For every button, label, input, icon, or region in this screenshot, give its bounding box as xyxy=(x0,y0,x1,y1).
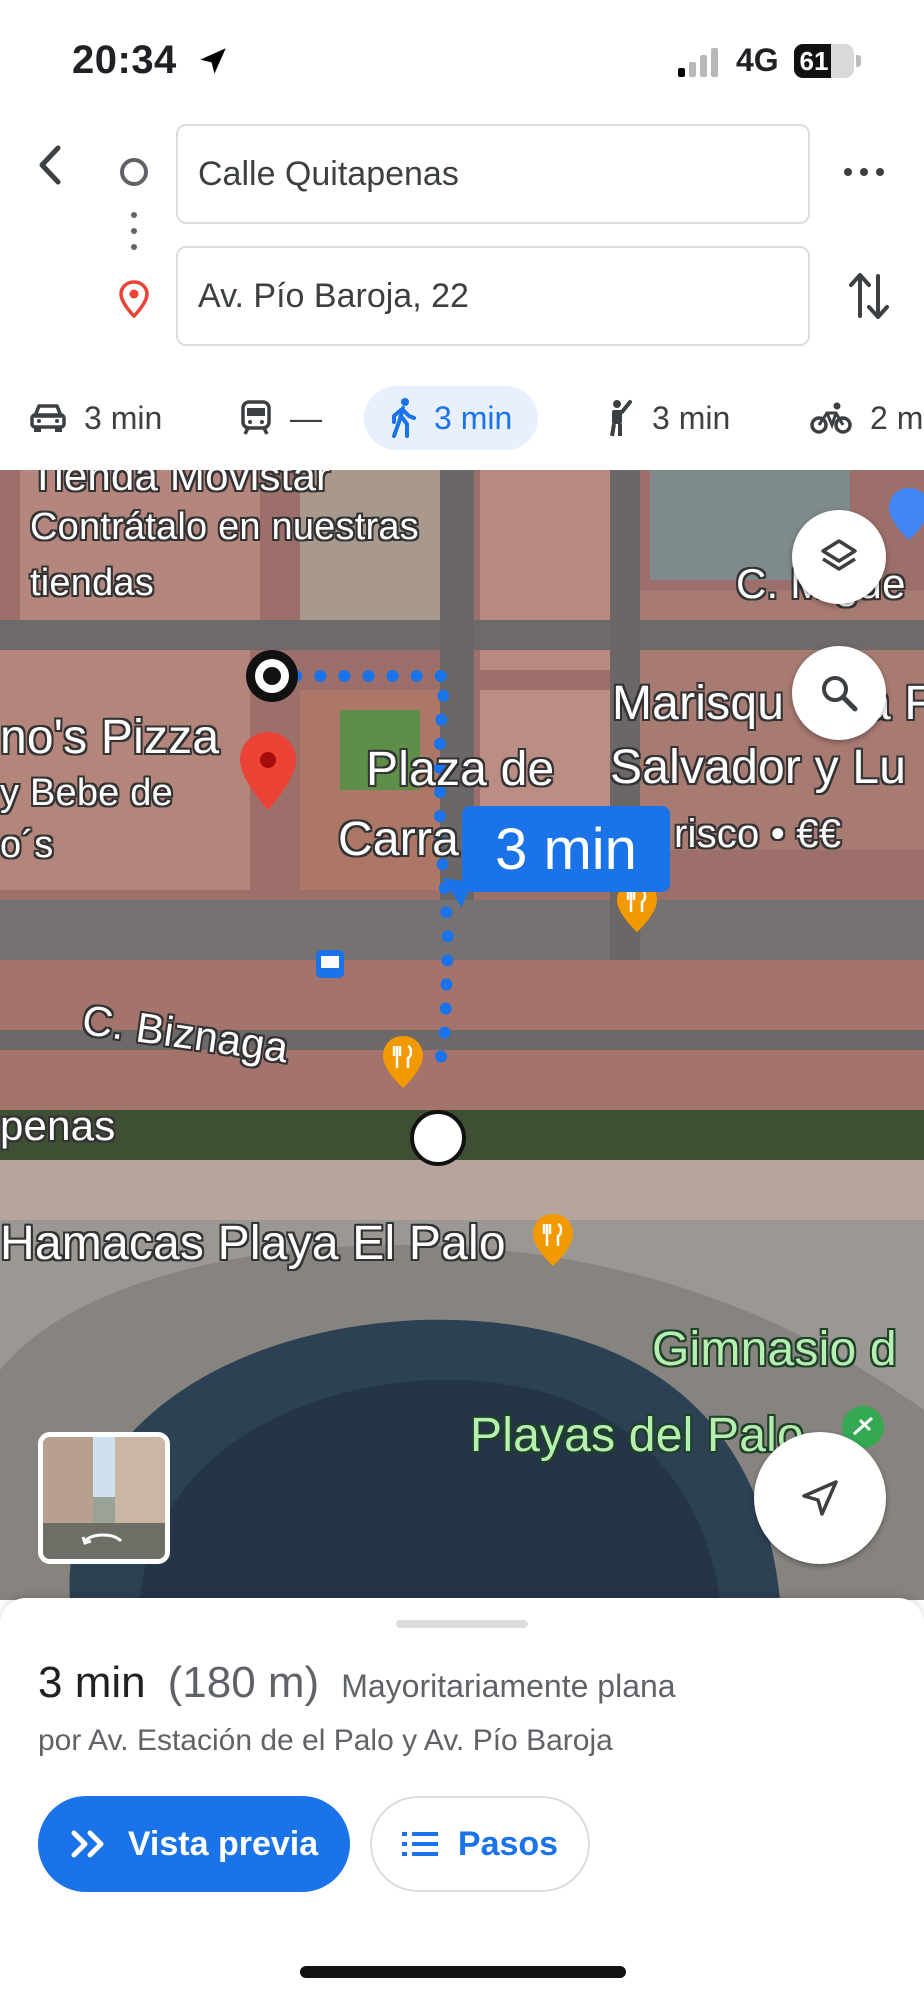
clock: 20:34 xyxy=(72,38,177,82)
route-summary-sheet: 3 min (180 m) Mayoritariamente plana por… xyxy=(0,1598,924,2000)
route-summary: 3 min (180 m) Mayoritariamente plana xyxy=(38,1658,676,1708)
mode-cycling-label: 2 m xyxy=(870,399,924,436)
street-view-image xyxy=(43,1437,165,1559)
origin-text: Calle Quitapenas xyxy=(198,154,459,193)
street-view-thumbnail[interactable] xyxy=(38,1432,170,1564)
status-bar: 20:34 4G 61 xyxy=(0,0,924,120)
walk-icon xyxy=(392,398,416,438)
back-button[interactable] xyxy=(28,140,78,190)
label-ad-top: Tienda Movistar xyxy=(30,470,331,499)
steps-button[interactable]: Pasos xyxy=(370,1796,590,1892)
origin-field[interactable]: Calle Quitapenas xyxy=(176,124,810,224)
double-chevron-icon xyxy=(71,1830,104,1858)
label-ad-line2: tiendas xyxy=(30,562,154,604)
mode-driving[interactable]: 3 min xyxy=(30,386,162,450)
label-plaza-1: Plaza de xyxy=(366,743,555,796)
route-distance: (180 m) xyxy=(167,1658,320,1707)
battery-level: 61 xyxy=(799,46,829,76)
hail-icon xyxy=(610,400,632,437)
location-arrow-icon xyxy=(200,48,226,74)
shopping-pin-icon[interactable] xyxy=(886,486,924,542)
route-eta-bubble: 3 min xyxy=(462,806,670,892)
destination-pin-icon xyxy=(119,280,149,318)
mode-transit[interactable]: — xyxy=(240,386,322,450)
label-plaza-2: Carra xyxy=(338,813,460,866)
more-options-button[interactable] xyxy=(844,154,888,190)
label-bebe: y Bebe de xyxy=(0,772,173,814)
preview-button-label: Vista previa xyxy=(127,1824,319,1863)
layers-icon xyxy=(821,539,857,571)
sheet-drag-handle[interactable] xyxy=(396,1620,528,1628)
search-map-button[interactable] xyxy=(792,646,886,740)
label-pizza: no's Pizza xyxy=(0,711,220,764)
restaurant-pin-icon[interactable] xyxy=(380,1034,426,1090)
mode-walking[interactable]: 3 min xyxy=(364,386,539,450)
layers-button[interactable] xyxy=(792,510,886,604)
steps-button-label: Pasos xyxy=(457,1824,559,1863)
origin-circle-icon xyxy=(120,158,148,186)
car-icon xyxy=(30,404,66,432)
route-via: por Av. Estación de el Palo y Av. Pío Ba… xyxy=(38,1724,613,1757)
mode-ride[interactable]: 3 min xyxy=(604,386,730,450)
label-hamacas: Hamacas Playa El Palo xyxy=(0,1217,506,1270)
label-gimnasio: Gimnasio d xyxy=(652,1323,897,1376)
mode-transit-label: — xyxy=(290,399,322,436)
train-icon xyxy=(241,400,271,435)
search-icon xyxy=(822,676,858,712)
bike-icon xyxy=(810,402,852,434)
label-street-penas: penas xyxy=(0,1102,116,1149)
label-playas: Playas del Palo xyxy=(470,1409,804,1462)
destination-text: Av. Pío Baroja, 22 xyxy=(198,276,469,315)
travel-mode-tabs: 3 min — 3 min 3 min 2 m xyxy=(0,380,924,460)
mode-ride-label: 3 min xyxy=(652,399,731,436)
label-marisqueria-3: risco • €€ xyxy=(674,812,842,856)
battery-icon: 61 xyxy=(794,44,861,78)
home-indicator[interactable] xyxy=(300,1966,626,1978)
label-marisqueria-2: Salvador y Lu xyxy=(610,741,907,794)
mode-driving-label: 3 min xyxy=(84,399,163,436)
label-ad-line1: Contrátalo en nuestras xyxy=(30,506,419,548)
route-connector-icon xyxy=(130,212,138,256)
my-location-button[interactable] xyxy=(754,1432,886,1564)
route-terrain: Mayoritariamente plana xyxy=(341,1668,676,1704)
mode-cycling[interactable]: 2 m xyxy=(810,386,923,450)
map-view[interactable]: Tienda Movistar Contrátalo en nuestras t… xyxy=(0,470,924,1600)
label-bebe2: o´s xyxy=(0,824,54,866)
signal-icon xyxy=(678,48,718,77)
network-type: 4G xyxy=(736,42,779,78)
destination-field[interactable]: Av. Pío Baroja, 22 xyxy=(176,246,810,346)
navigation-arrow-icon xyxy=(802,1480,838,1516)
restaurant-pin-icon[interactable] xyxy=(530,1212,576,1268)
mode-walking-label: 3 min xyxy=(434,399,513,436)
list-icon xyxy=(401,1832,438,1856)
preview-button[interactable]: Vista previa xyxy=(38,1796,350,1892)
swap-icon[interactable] xyxy=(848,270,890,322)
label-marisqueria-1: Marisqu xyxy=(612,677,785,730)
route-duration: 3 min xyxy=(38,1658,146,1707)
